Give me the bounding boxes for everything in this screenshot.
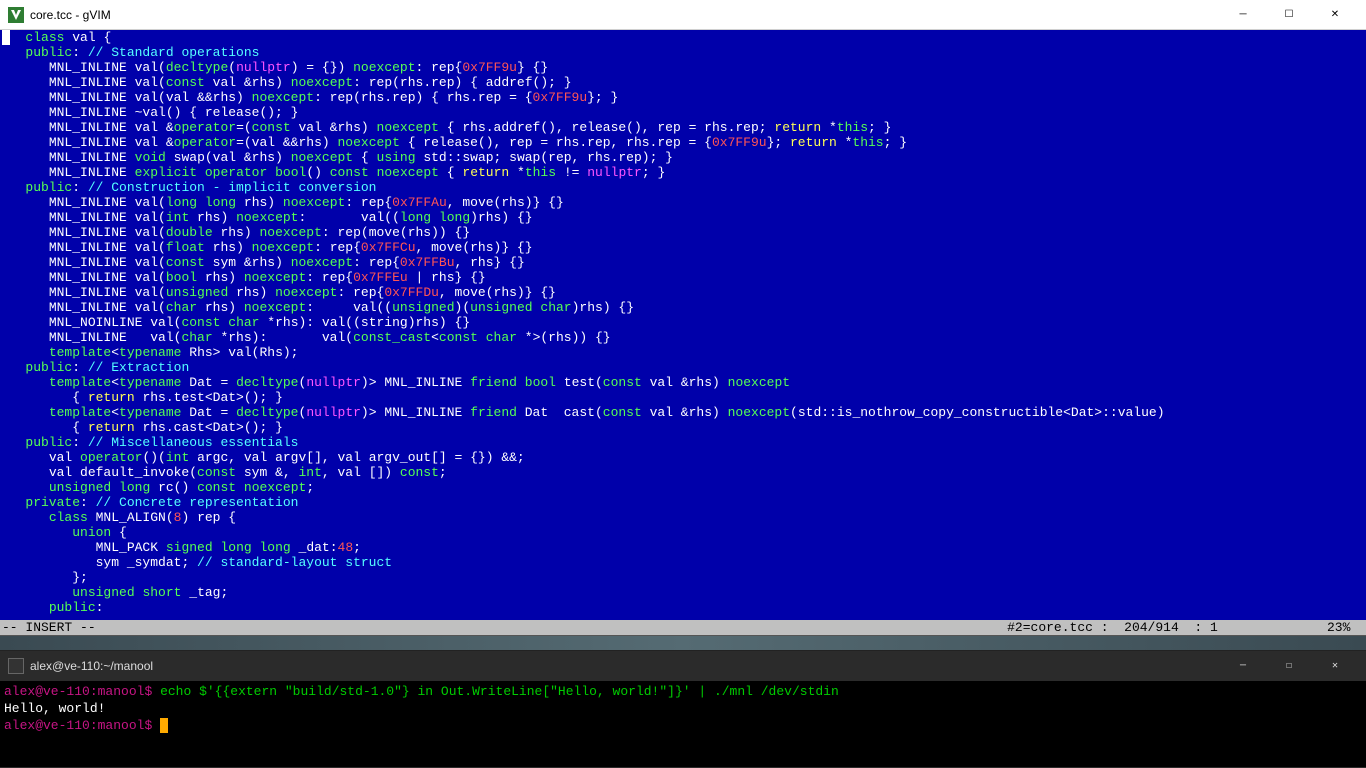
code-line: MNL_PACK signed long long _dat:48; [0, 540, 1366, 555]
editor-cursor [2, 30, 10, 45]
terminal-titlebar: alex@ve-110:~/manool ─ ☐ ✕ [0, 651, 1366, 681]
code-line: MNL_INLINE void swap(val &rhs) noexcept … [0, 150, 1366, 165]
code-line: MNL_INLINE val &operator=(val &&rhs) noe… [0, 135, 1366, 150]
prompt-path-2: manool [98, 718, 145, 733]
code-line: unsigned short _tag; [0, 585, 1366, 600]
gvim-editor-buffer[interactable]: class val { public: // Standard operatio… [0, 30, 1366, 620]
code-line: union { [0, 525, 1366, 540]
code-line: MNL_INLINE val(char rhs) noexcept: val((… [0, 300, 1366, 315]
prompt-path: manool [98, 684, 145, 699]
code-line: class MNL_ALIGN(8) rep { [0, 510, 1366, 525]
status-filename: #2=core.tcc : [1007, 620, 1108, 635]
code-line: MNL_INLINE explicit operator bool() cons… [0, 165, 1366, 180]
code-line: { return rhs.cast<Dat>(); } [0, 420, 1366, 435]
code-line: template<typename Rhs> val(Rhs); [0, 345, 1366, 360]
code-line: unsigned long rc() const noexcept; [0, 480, 1366, 495]
code-line: sym _symdat; // standard-layout struct [0, 555, 1366, 570]
code-line: MNL_INLINE val(const sym &rhs) noexcept:… [0, 255, 1366, 270]
terminal-line-1: alex@ve-110:manool$ echo $'{{extern "bui… [4, 683, 1362, 700]
terminal-cursor [160, 718, 168, 733]
code-line: MNL_NOINLINE val(const char *rhs): val((… [0, 315, 1366, 330]
code-line: MNL_INLINE val(const val &rhs) noexcept:… [0, 75, 1366, 90]
terminal-minimize-button[interactable]: ─ [1220, 651, 1266, 681]
terminal-close-button[interactable]: ✕ [1312, 651, 1358, 681]
terminal-line-3: alex@ve-110:manool$ [4, 717, 1362, 734]
code-line: private: // Concrete representation [0, 495, 1366, 510]
code-line: MNL_INLINE val(float rhs) noexcept: rep{… [0, 240, 1366, 255]
code-line: MNL_INLINE val(double rhs) noexcept: rep… [0, 225, 1366, 240]
prompt-host-2: alex@ve-110: [4, 718, 98, 733]
status-line-count: 204/914 [1124, 620, 1179, 635]
code-line: template<typename Dat = decltype(nullptr… [0, 405, 1366, 420]
vim-mode: -- INSERT -- [0, 620, 96, 635]
prompt-dollar-2: $ [144, 718, 152, 733]
code-line: template<typename Dat = decltype(nullptr… [0, 375, 1366, 390]
prompt-host: alex@ve-110: [4, 684, 98, 699]
code-line: MNL_INLINE val(decltype(nullptr) = {}) n… [0, 60, 1366, 75]
code-line: { return rhs.test<Dat>(); } [0, 390, 1366, 405]
gvim-titlebar: core.tcc - gVIM ─ ☐ ✕ [0, 0, 1366, 30]
code-line: public: [0, 600, 1366, 615]
prompt-dollar: $ [144, 684, 152, 699]
desktop-gap [0, 635, 1366, 651]
terminal-body[interactable]: alex@ve-110:manool$ echo $'{{extern "bui… [0, 681, 1366, 767]
gvim-app-icon [8, 7, 24, 23]
close-button[interactable]: ✕ [1312, 0, 1358, 30]
code-line: val operator()(int argc, val argv[], val… [0, 450, 1366, 465]
terminal-maximize-button[interactable]: ☐ [1266, 651, 1312, 681]
terminal-output: Hello, world! [4, 700, 1362, 717]
terminal-command: echo $'{{extern "build/std-1.0"} in Out.… [160, 684, 839, 699]
status-percent: 23% [1327, 620, 1350, 635]
code-line: MNL_INLINE ~val() { release(); } [0, 105, 1366, 120]
gvim-statusbar: -- INSERT -- #2=core.tcc : 204/914 : 1 2… [0, 620, 1366, 635]
code-line: MNL_INLINE val(bool rhs) noexcept: rep{0… [0, 270, 1366, 285]
code-line: val default_invoke(const sym &, int, val… [0, 465, 1366, 480]
code-line: public: // Construction - implicit conve… [0, 180, 1366, 195]
maximize-button[interactable]: ☐ [1266, 0, 1312, 30]
code-line: class val { [0, 30, 1366, 45]
code-line: MNL_INLINE val(int rhs) noexcept: val((l… [0, 210, 1366, 225]
minimize-button[interactable]: ─ [1220, 0, 1266, 30]
code-line: MNL_INLINE val(val &&rhs) noexcept: rep(… [0, 90, 1366, 105]
terminal-window-controls: ─ ☐ ✕ [1220, 651, 1358, 681]
gvim-window-controls: ─ ☐ ✕ [1220, 0, 1358, 30]
code-line: MNL_INLINE val(unsigned rhs) noexcept: r… [0, 285, 1366, 300]
status-column: : 1 [1194, 620, 1217, 635]
code-line: public: // Extraction [0, 360, 1366, 375]
code-line: MNL_INLINE val(char *rhs): val(const_cas… [0, 330, 1366, 345]
code-line: public: // Standard operations [0, 45, 1366, 60]
gvim-window-title: core.tcc - gVIM [30, 8, 1220, 22]
code-line: }; [0, 570, 1366, 585]
code-line: MNL_INLINE val(long long rhs) noexcept: … [0, 195, 1366, 210]
terminal-window-title: alex@ve-110:~/manool [30, 659, 1220, 673]
code-line: MNL_INLINE val &operator=(const val &rhs… [0, 120, 1366, 135]
terminal-app-icon [8, 658, 24, 674]
code-line: public: // Miscellaneous essentials [0, 435, 1366, 450]
